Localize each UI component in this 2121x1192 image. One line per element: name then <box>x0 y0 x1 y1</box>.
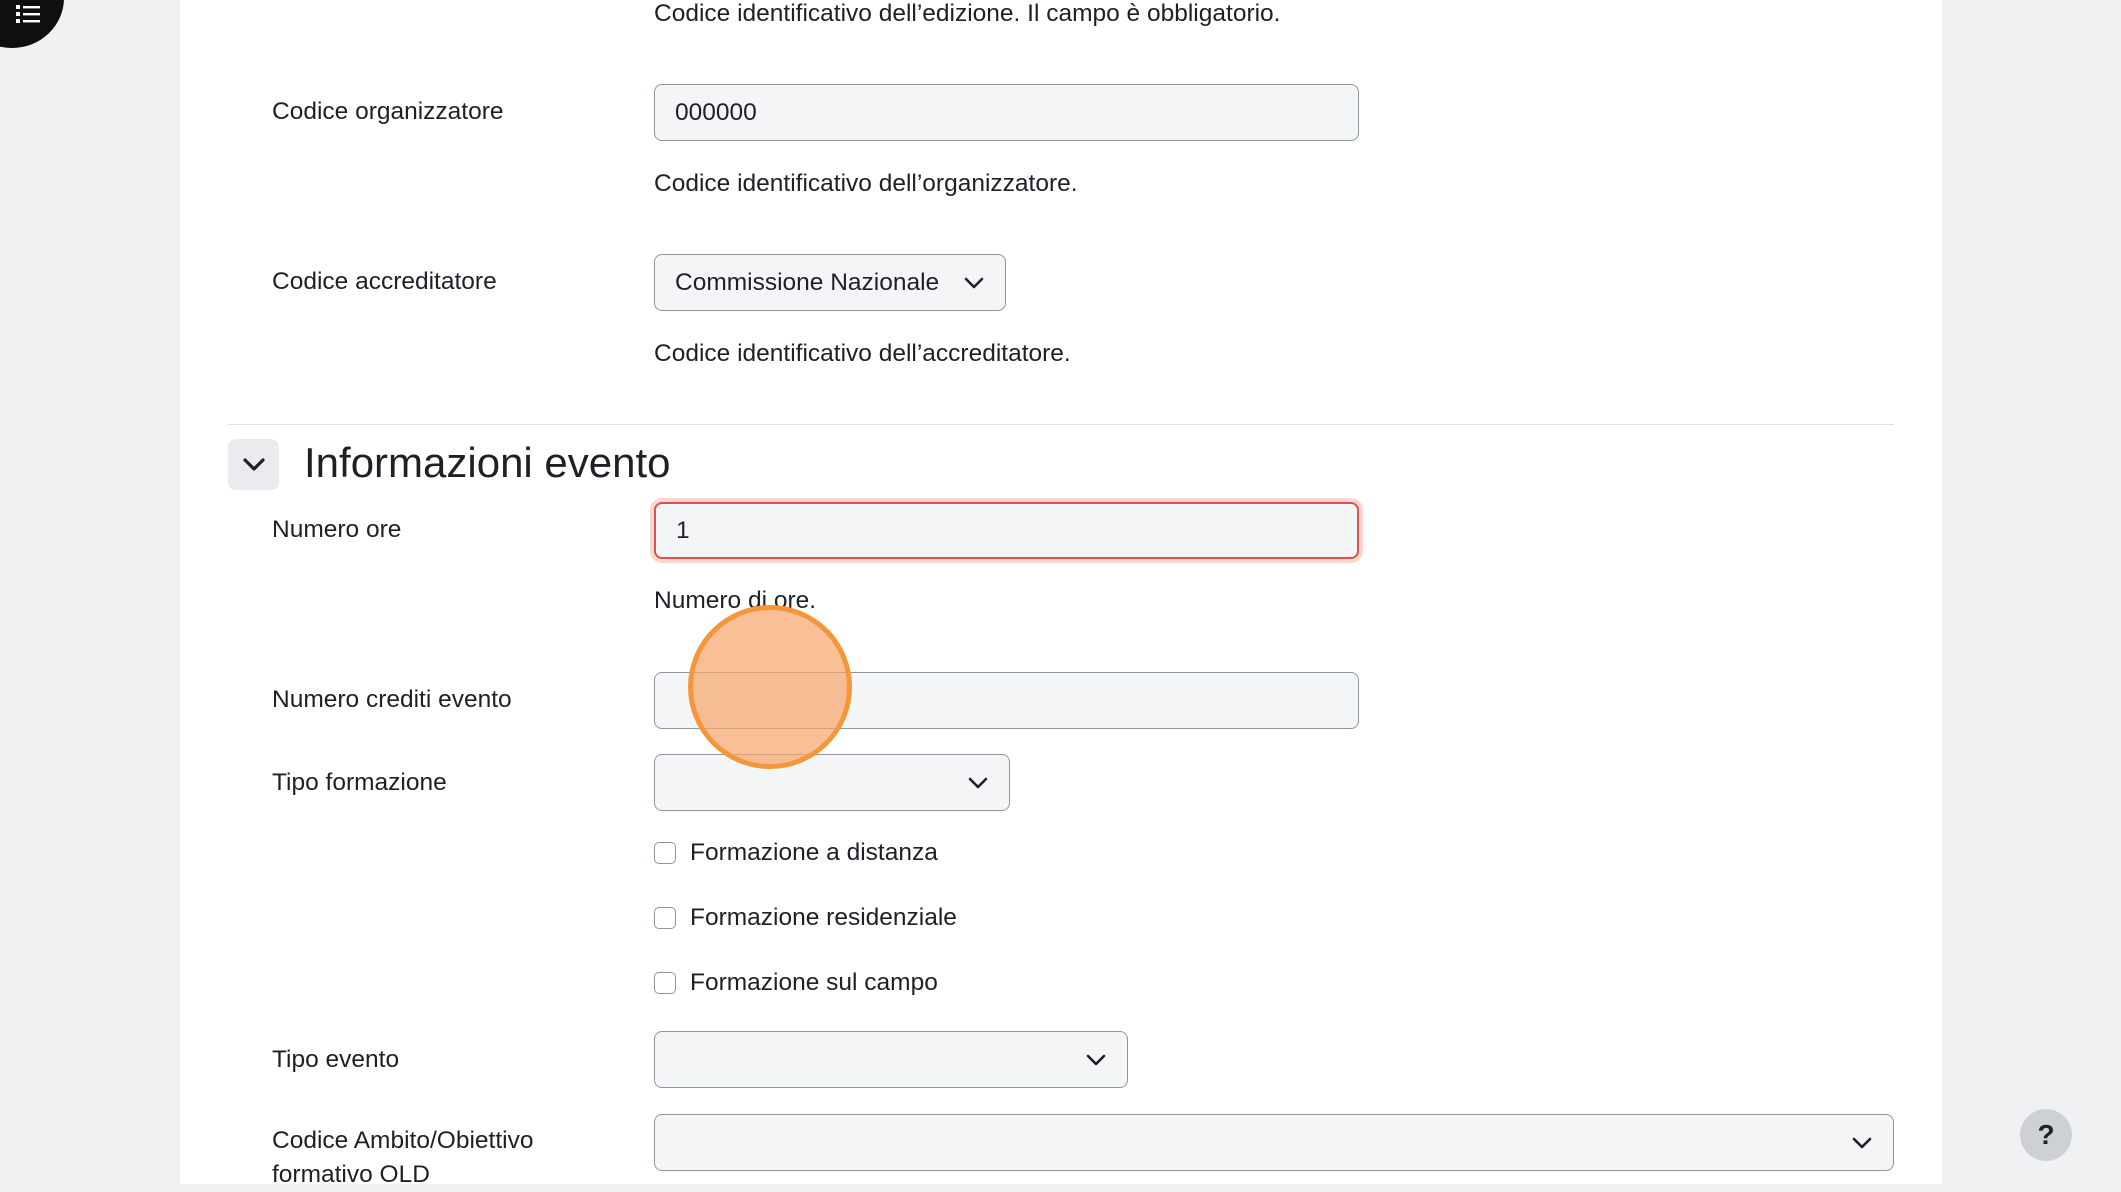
checkbox-formazione-residenziale[interactable]: Formazione residenziale <box>654 904 957 932</box>
tipo-formazione-select[interactable] <box>654 754 1010 811</box>
codice-ambito-label-line1: Codice Ambito/Obiettivo <box>272 1127 534 1154</box>
organizzatore-help-text: Codice identificativo dell’organizzatore… <box>654 170 1078 197</box>
help-button-label: ? <box>2037 1119 2055 1150</box>
codice-ambito-select[interactable] <box>654 1114 1894 1171</box>
drawer-toggle-button[interactable] <box>0 0 64 48</box>
list-icon <box>16 5 40 23</box>
checkbox-label: Formazione a distanza <box>690 839 938 866</box>
chevron-down-icon <box>242 457 265 471</box>
checkbox-formazione-distanza[interactable]: Formazione a distanza <box>654 839 938 867</box>
tipo-formazione-label: Tipo formazione <box>272 769 447 796</box>
accreditatore-select[interactable]: Commissione Nazionale <box>654 254 1006 311</box>
help-button[interactable]: ? <box>2020 1109 2072 1161</box>
checkbox-label: Formazione sul campo <box>690 969 938 996</box>
checkbox-label: Formazione residenziale <box>690 904 957 931</box>
checkbox-box[interactable] <box>654 842 676 864</box>
numero-crediti-label: Numero crediti evento <box>272 686 512 713</box>
chevron-down-icon <box>964 277 984 288</box>
accreditatore-help-text: Codice identificativo dell’accreditatore… <box>654 340 1071 367</box>
numero-ore-input[interactable]: 1 <box>654 502 1359 559</box>
chevron-down-icon <box>1086 1054 1106 1065</box>
checkbox-box[interactable] <box>654 907 676 929</box>
organizzatore-label: Codice organizzatore <box>272 98 504 125</box>
tipo-evento-select[interactable] <box>654 1031 1128 1088</box>
organizzatore-input[interactable]: 000000 <box>654 84 1359 141</box>
numero-ore-label: Numero ore <box>272 516 402 543</box>
numero-ore-value: 1 <box>676 516 690 544</box>
chevron-down-icon <box>968 777 988 788</box>
section-divider <box>228 424 1894 425</box>
chevron-down-icon <box>1852 1137 1872 1148</box>
checkbox-box[interactable] <box>654 972 676 994</box>
section-title: Informazioni evento <box>304 439 671 486</box>
accreditatore-label: Codice accreditatore <box>272 268 497 295</box>
click-highlight <box>688 605 852 769</box>
checkbox-formazione-campo[interactable]: Formazione sul campo <box>654 969 938 997</box>
codice-ambito-label-line2: formativo OLD <box>272 1161 430 1188</box>
edizione-help-text: Codice identificativo dell’edizione. Il … <box>654 0 1281 27</box>
organizzatore-value: 000000 <box>675 98 757 126</box>
section-collapse-button[interactable] <box>228 439 279 490</box>
accreditatore-value: Commissione Nazionale <box>675 268 940 296</box>
tipo-evento-label: Tipo evento <box>272 1046 400 1073</box>
